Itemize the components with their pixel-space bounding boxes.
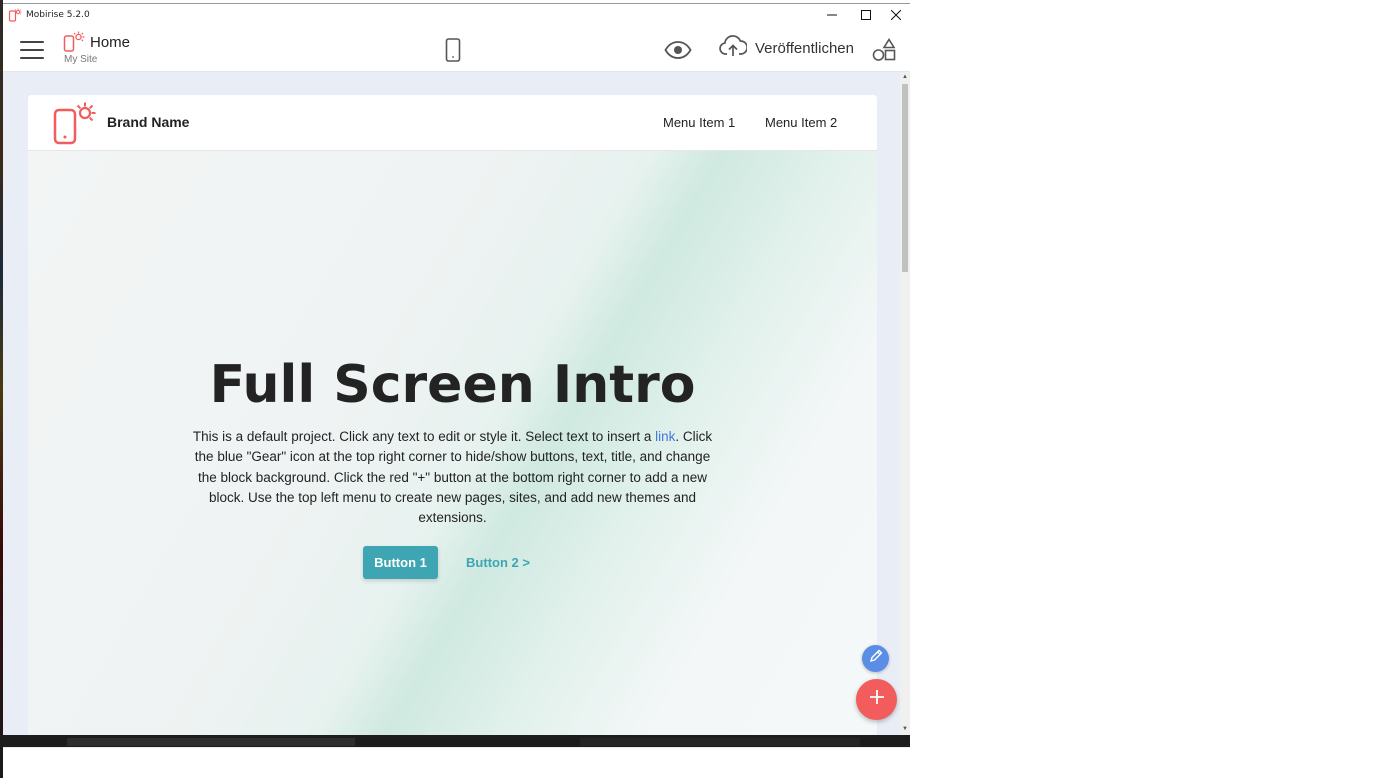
site-name: My Site	[64, 54, 98, 65]
shapes-icon[interactable]	[871, 38, 897, 62]
publish-button[interactable]: Veröffentlichen	[719, 35, 854, 62]
pencil-icon	[869, 649, 883, 668]
page-name: Home	[90, 34, 131, 51]
hero-section: Full Screen Intro This is a default proj…	[28, 151, 877, 736]
scroll-up-arrow-icon[interactable]: ▲	[902, 74, 908, 80]
mobile-preview-icon[interactable]	[442, 37, 464, 63]
taskbar-item[interactable]	[580, 738, 860, 746]
hero-inline-link[interactable]: link	[655, 429, 675, 444]
hero-description[interactable]: This is a default project. Click any tex…	[188, 427, 717, 528]
brand-name[interactable]: Brand Name	[107, 114, 189, 130]
close-button[interactable]	[879, 4, 913, 26]
scrollbar-thumb[interactable]	[902, 84, 908, 272]
site-preview: Brand Name Menu Item 1 Menu Item 2 Full …	[28, 95, 877, 736]
os-taskbar	[0, 735, 910, 747]
site-navbar: Brand Name Menu Item 1 Menu Item 2	[28, 95, 877, 151]
brand-logo-icon[interactable]	[52, 101, 98, 152]
edit-block-button[interactable]	[862, 645, 889, 672]
hamburger-menu-icon[interactable]	[20, 41, 44, 59]
mobirise-app-icon	[8, 8, 22, 22]
nav-menu-item-2[interactable]: Menu Item 2	[765, 115, 837, 130]
hero-title[interactable]: Full Screen Intro	[28, 355, 877, 415]
scroll-down-arrow-icon[interactable]: ▼	[902, 726, 908, 732]
add-block-button[interactable]	[856, 679, 897, 720]
canvas-scrollbar[interactable]: ▲ ▼	[900, 72, 910, 736]
eye-icon[interactable]	[663, 39, 693, 61]
editor-canvas: Brand Name Menu Item 1 Menu Item 2 Full …	[3, 72, 900, 736]
minimize-button[interactable]	[815, 4, 849, 26]
nav-menu-item-1[interactable]: Menu Item 1	[663, 115, 735, 130]
cloud-upload-icon	[719, 35, 748, 62]
hero-text-part-1: This is a default project. Click any tex…	[192, 429, 656, 444]
taskbar-item[interactable]	[67, 738, 355, 746]
hero-button-1[interactable]: Button 1	[363, 546, 438, 579]
editor-toolbar: Home My Site Veröffentlichen	[3, 26, 910, 72]
app-window: Mobirise 5.2.0 Home My Site Veröffentlic…	[3, 3, 910, 748]
maximize-button[interactable]	[849, 4, 883, 26]
plus-icon	[869, 689, 885, 710]
window-title: Mobirise 5.2.0	[26, 10, 90, 20]
publish-label: Veröffentlichen	[755, 40, 854, 57]
title-bar: Mobirise 5.2.0	[3, 4, 910, 26]
hero-button-2[interactable]: Button 2 >	[458, 546, 538, 579]
